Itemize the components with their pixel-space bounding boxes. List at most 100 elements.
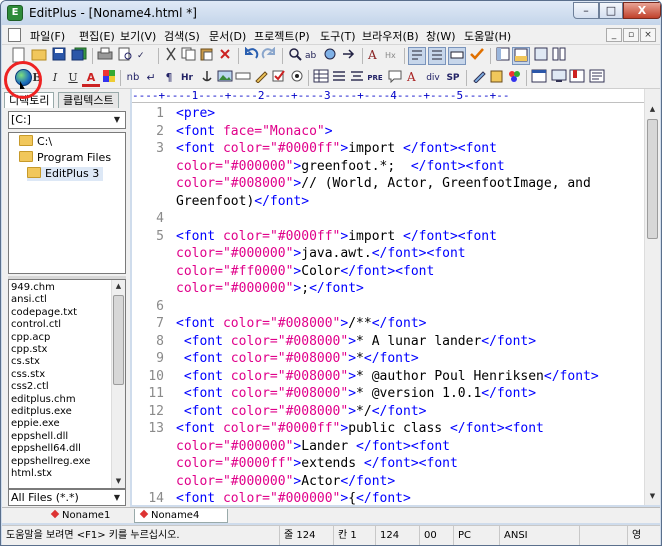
font-icon[interactable]: A bbox=[366, 47, 384, 65]
scroll-up-icon[interactable]: ▲ bbox=[646, 103, 659, 116]
file-list-item[interactable]: codepage.txt bbox=[11, 307, 77, 319]
find-in-files-icon[interactable] bbox=[322, 47, 340, 65]
align-center-icon[interactable] bbox=[348, 69, 366, 87]
file-list-item[interactable]: eppshellreg.exe bbox=[11, 456, 90, 468]
file-list-item[interactable]: control.ctl bbox=[11, 319, 61, 331]
code-line[interactable]: color="#0000ff">extends </font><font bbox=[132, 455, 644, 473]
paragraph-button[interactable]: ¶ bbox=[160, 69, 178, 87]
status-encoding[interactable]: ANSI bbox=[500, 526, 580, 545]
file-list-item[interactable]: eppshell.dll bbox=[11, 431, 68, 443]
print-preview-icon[interactable] bbox=[116, 47, 134, 65]
replace-icon[interactable]: ab bbox=[304, 47, 322, 65]
file-list-item[interactable]: editplus.chm bbox=[11, 394, 76, 406]
redo-icon[interactable] bbox=[260, 46, 278, 65]
form-icon[interactable] bbox=[234, 69, 252, 87]
menu-help[interactable]: 도움말(H) bbox=[464, 28, 511, 44]
copy-icon[interactable] bbox=[180, 47, 198, 65]
cut-icon[interactable] bbox=[162, 47, 180, 65]
delete-icon[interactable] bbox=[216, 47, 234, 65]
menu-browser[interactable]: 브라우저(B) bbox=[362, 28, 419, 44]
code-line[interactable]: 2 <font face="Monaco"> bbox=[132, 123, 644, 141]
file-list-item[interactable]: editplus.exe bbox=[11, 406, 72, 418]
tab-directory[interactable]: 디렉토리 bbox=[4, 92, 55, 108]
code-line[interactable]: 5 <font color="#0000ff">import </font><fo… bbox=[132, 228, 644, 246]
color-picker-icon[interactable] bbox=[506, 69, 524, 87]
code-line[interactable]: 3 <font color="#0000ff">import </font><fo… bbox=[132, 140, 644, 158]
properties-icon[interactable] bbox=[588, 69, 606, 87]
word-wrap-icon[interactable] bbox=[408, 47, 426, 65]
code-line[interactable]: 1 <pre> bbox=[132, 105, 644, 123]
file-list-item[interactable]: eppie.exe bbox=[11, 418, 60, 430]
scroll-down-icon[interactable]: ▼ bbox=[646, 490, 659, 503]
new-file-icon[interactable] bbox=[10, 47, 28, 65]
code-line[interactable]: color="#000000">greenfoot.*; </font><fon… bbox=[132, 158, 644, 176]
undo-icon[interactable] bbox=[242, 46, 260, 65]
code-line[interactable]: 10 <font color="#008000">* @author Poul … bbox=[132, 368, 644, 386]
ruler-icon[interactable] bbox=[448, 47, 466, 65]
code-line[interactable]: 14 <font color="#000000">{</font> bbox=[132, 490, 644, 505]
file-list-item[interactable]: cpp.stx bbox=[11, 344, 47, 356]
clip-icon[interactable] bbox=[488, 69, 506, 87]
nbsp-button[interactable]: nb bbox=[124, 69, 142, 87]
close-button[interactable]: X bbox=[623, 2, 661, 19]
save-icon[interactable] bbox=[50, 47, 68, 65]
table-icon[interactable] bbox=[312, 69, 330, 87]
document-icon[interactable] bbox=[8, 28, 21, 42]
code-line[interactable]: color="#000000">java.awt.</font><font bbox=[132, 245, 644, 263]
preview-window-icon[interactable] bbox=[530, 69, 548, 87]
hex-view-icon[interactable]: Hx bbox=[384, 47, 402, 65]
pre-button[interactable]: PRE bbox=[366, 69, 384, 87]
scroll-thumb[interactable] bbox=[113, 295, 124, 385]
paste-icon[interactable] bbox=[198, 47, 216, 65]
editor-scrollbar[interactable]: ▲ ▼ bbox=[644, 89, 660, 505]
menu-file[interactable]: 파일(F) bbox=[30, 28, 65, 44]
code-line[interactable]: 6 bbox=[132, 298, 644, 316]
font-color-button[interactable]: A bbox=[82, 69, 100, 87]
css-edit-icon[interactable] bbox=[470, 69, 488, 87]
code-line[interactable]: 13 <font color="#0000ff">public class </f… bbox=[132, 420, 644, 438]
code-line[interactable]: 12 <font color="#008000">*/</font> bbox=[132, 403, 644, 421]
list-icon[interactable] bbox=[330, 69, 348, 87]
status-eol[interactable]: PC bbox=[454, 526, 500, 545]
color-palette-icon[interactable] bbox=[100, 69, 118, 87]
file-list-scrollbar[interactable]: ▲ ▼ bbox=[111, 280, 125, 488]
file-list-item[interactable]: ansi.ctl bbox=[11, 294, 47, 306]
file-list-item[interactable]: cs.stx bbox=[11, 356, 40, 368]
file-filter-select[interactable]: All Files (*.*) ▼ bbox=[8, 489, 126, 506]
scroll-down-icon[interactable]: ▼ bbox=[112, 475, 125, 488]
file-list-item[interactable]: html.stx bbox=[11, 468, 52, 480]
file-list-item[interactable]: 949.chm bbox=[11, 282, 55, 294]
spell-check-icon[interactable]: ✓ bbox=[136, 47, 154, 65]
maximize-button[interactable]: □ bbox=[599, 2, 623, 19]
tab-cliptext[interactable]: 클립텍스트 bbox=[58, 92, 119, 108]
output-window-icon[interactable] bbox=[512, 47, 530, 65]
code-line[interactable]: color="#000000">;</font> bbox=[132, 280, 644, 298]
span-button[interactable]: SP bbox=[444, 69, 462, 87]
italic-button[interactable]: I bbox=[46, 69, 64, 87]
save-all-icon[interactable] bbox=[70, 47, 88, 65]
image-icon[interactable] bbox=[216, 69, 234, 87]
dir-item[interactable]: C:\ bbox=[19, 135, 52, 149]
hr-button[interactable]: Hr bbox=[178, 69, 196, 87]
menu-edit[interactable]: 편집(E) bbox=[79, 28, 115, 44]
menu-tools[interactable]: 도구(T) bbox=[320, 28, 356, 44]
anchor-icon[interactable] bbox=[198, 69, 216, 87]
bookmark-icon[interactable] bbox=[568, 69, 586, 87]
tab-noname1[interactable]: Noname1 bbox=[50, 509, 110, 523]
drive-select[interactable]: [C:] ▼ bbox=[8, 111, 126, 129]
file-list-item[interactable]: eppshell64.dll bbox=[11, 443, 81, 455]
menu-document[interactable]: 문서(D) bbox=[209, 28, 246, 44]
menu-project[interactable]: 프로젝트(P) bbox=[254, 28, 310, 44]
menu-search[interactable]: 검색(S) bbox=[164, 28, 200, 44]
radio-icon[interactable] bbox=[288, 69, 306, 87]
dir-item-selected[interactable]: EditPlus 3 bbox=[27, 167, 104, 181]
menu-view[interactable]: 보기(V) bbox=[120, 28, 156, 44]
scroll-thumb[interactable] bbox=[647, 119, 658, 239]
dir-item[interactable]: Program Files bbox=[19, 151, 111, 165]
code-line[interactable]: 11 <font color="#008000">* @version 1.0.… bbox=[132, 385, 644, 403]
code-line[interactable]: color="#ff0000">Color</font><font bbox=[132, 263, 644, 281]
chevron-down-icon[interactable]: ▼ bbox=[109, 490, 125, 506]
code-line[interactable]: 8 <font color="#008000">* A lunar lander… bbox=[132, 333, 644, 351]
code-line[interactable]: color="#008000">// (World, Actor, Greenf… bbox=[132, 175, 644, 193]
print-icon[interactable] bbox=[96, 47, 114, 65]
